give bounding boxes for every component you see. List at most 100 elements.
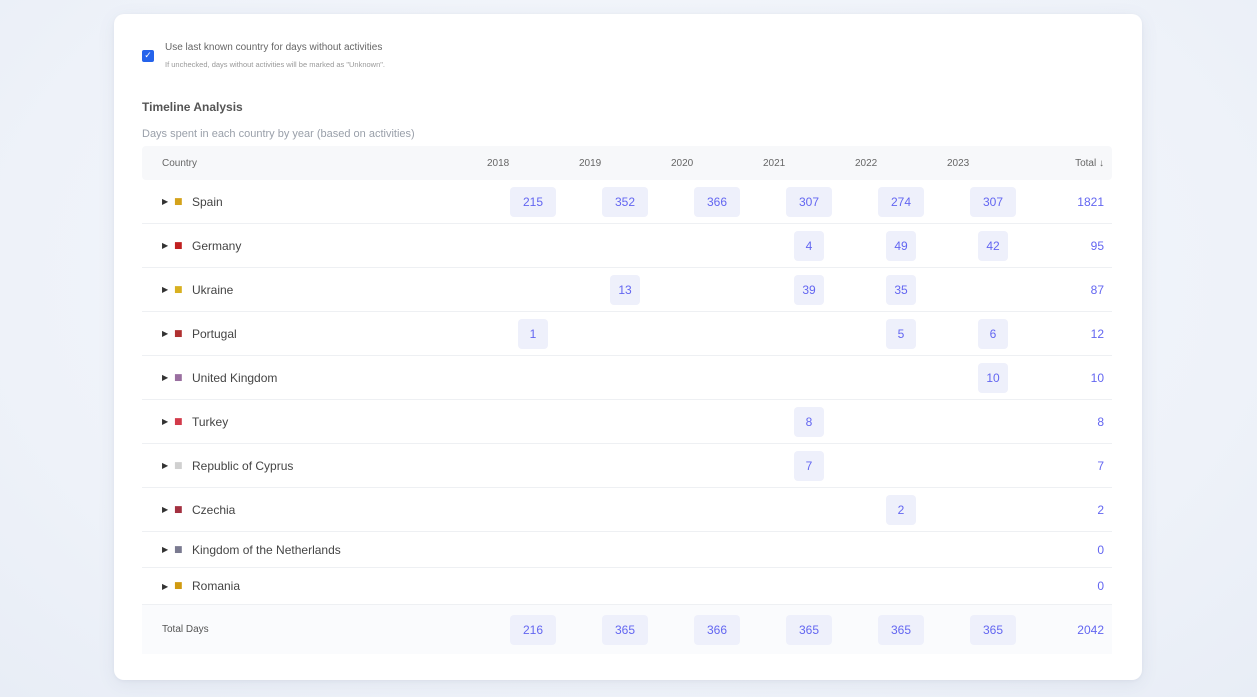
expand-caret-icon[interactable]: ▶ bbox=[162, 329, 174, 338]
expand-caret-icon[interactable]: ▶ bbox=[162, 505, 174, 514]
total-cell: 8 bbox=[1039, 415, 1112, 429]
days-pill: 35 bbox=[886, 274, 916, 305]
days-pill: 4 bbox=[794, 230, 824, 261]
table-row[interactable]: ▶ ■ Romania 0 bbox=[142, 568, 1112, 604]
row-total: 10 bbox=[1090, 370, 1104, 385]
total-days-pill: 216 bbox=[510, 614, 556, 645]
days-pill: 215 bbox=[510, 186, 556, 217]
use-last-known-option: ✓ Use last known country for days withou… bbox=[142, 42, 385, 69]
row-total: 8 bbox=[1097, 414, 1104, 429]
days-pill: 7 bbox=[794, 450, 824, 481]
table-row[interactable]: ▶ ■ Ukraine 13 39 35 87 bbox=[142, 268, 1112, 312]
year-cell: 4 bbox=[763, 230, 855, 261]
country-cell: ▶ ■ United Kingdom bbox=[142, 371, 487, 385]
use-last-known-checkbox[interactable]: ✓ bbox=[142, 50, 154, 62]
expand-caret-icon[interactable]: ▶ bbox=[162, 461, 174, 470]
header-year[interactable]: 2021 bbox=[763, 158, 855, 169]
expand-caret-icon[interactable]: ▶ bbox=[162, 197, 174, 206]
total-cell: 7 bbox=[1039, 459, 1112, 473]
country-cell: ▶ ■ Portugal bbox=[142, 327, 487, 341]
table-row[interactable]: ▶ ■ Czechia 2 2 bbox=[142, 488, 1112, 532]
total-cell: 0 bbox=[1039, 579, 1112, 593]
table-row[interactable]: ▶ ■ Portugal 1 5 6 12 bbox=[142, 312, 1112, 356]
year-cell: 352 bbox=[579, 186, 671, 217]
header-year[interactable]: 2019 bbox=[579, 158, 671, 169]
year-cell: 10 bbox=[947, 362, 1039, 393]
days-pill: 39 bbox=[794, 274, 824, 305]
country-name: Republic of Cyprus bbox=[192, 458, 294, 473]
country-cell: ▶ ■ Ukraine bbox=[142, 283, 487, 297]
table-row[interactable]: ▶ ■ Spain 215 352 366 307 274 307 1821 bbox=[142, 180, 1112, 224]
year-cell: 215 bbox=[487, 186, 579, 217]
year-cell: 5 bbox=[855, 318, 947, 349]
flag-icon: ■ bbox=[174, 196, 183, 207]
days-pill: 307 bbox=[786, 186, 832, 217]
table-row[interactable]: ▶ ■ Republic of Cyprus 7 7 bbox=[142, 444, 1112, 488]
settings-card: ✓ Use last known country for days withou… bbox=[114, 14, 1142, 680]
days-pill: 5 bbox=[886, 318, 916, 349]
days-pill: 10 bbox=[978, 362, 1008, 393]
footer-label: Total Days bbox=[162, 624, 209, 635]
total-cell: 10 bbox=[1039, 371, 1112, 385]
table-body: ▶ ■ Spain 215 352 366 307 274 307 1821 ▶ ■ Germany 4 4… bbox=[142, 180, 1112, 604]
year-cell: 274 bbox=[855, 186, 947, 217]
header-year[interactable]: 2018 bbox=[487, 158, 579, 169]
row-total: 0 bbox=[1097, 579, 1104, 593]
table-row[interactable]: ▶ ■ Kingdom of the Netherlands 0 bbox=[142, 532, 1112, 568]
header-year[interactable]: 2023 bbox=[947, 158, 1039, 169]
year-cell: 42 bbox=[947, 230, 1039, 261]
timeline-subtitle: Days spent in each country by year (base… bbox=[142, 128, 415, 140]
total-days-pill: 365 bbox=[878, 614, 924, 645]
header-year[interactable]: 2022 bbox=[855, 158, 947, 169]
timeline-table: Country 2018 2019 2020 2021 2022 2023 To… bbox=[142, 146, 1112, 654]
expand-caret-icon[interactable]: ▶ bbox=[162, 373, 174, 382]
table-row[interactable]: ▶ ■ United Kingdom 10 10 bbox=[142, 356, 1112, 400]
year-cell: 8 bbox=[763, 406, 855, 437]
row-total: 7 bbox=[1097, 458, 1104, 473]
year-cell: 1 bbox=[487, 318, 579, 349]
country-name: Spain bbox=[192, 194, 223, 209]
expand-caret-icon[interactable]: ▶ bbox=[162, 417, 174, 426]
table-header: Country 2018 2019 2020 2021 2022 2023 To… bbox=[142, 146, 1112, 180]
year-cell: 366 bbox=[671, 186, 763, 217]
year-cell: 307 bbox=[947, 186, 1039, 217]
footer-year-cell: 216 bbox=[487, 614, 579, 645]
flag-icon: ■ bbox=[174, 460, 183, 471]
flag-icon: ■ bbox=[174, 240, 183, 251]
header-year[interactable]: 2020 bbox=[671, 158, 763, 169]
country-name: Turkey bbox=[192, 414, 229, 429]
row-total: 12 bbox=[1090, 326, 1104, 341]
table-row[interactable]: ▶ ■ Germany 4 49 42 95 bbox=[142, 224, 1112, 268]
flag-icon: ■ bbox=[174, 328, 183, 339]
total-cell: 95 bbox=[1039, 239, 1112, 253]
country-cell: ▶ ■ Turkey bbox=[142, 415, 487, 429]
country-name: Germany bbox=[192, 238, 242, 253]
expand-caret-icon[interactable]: ▶ bbox=[162, 285, 174, 294]
footer-year-cell: 366 bbox=[671, 614, 763, 645]
days-pill: 13 bbox=[610, 274, 640, 305]
expand-caret-icon[interactable]: ▶ bbox=[162, 545, 174, 554]
total-days-pill: 366 bbox=[694, 614, 740, 645]
total-cell: 0 bbox=[1039, 543, 1112, 557]
table-row[interactable]: ▶ ■ Turkey 8 8 bbox=[142, 400, 1112, 444]
use-last-known-label[interactable]: Use last known country for days without … bbox=[165, 42, 385, 54]
flag-icon: ■ bbox=[174, 504, 183, 515]
expand-caret-icon[interactable]: ▶ bbox=[162, 241, 174, 250]
country-name: Czechia bbox=[192, 502, 236, 517]
country-cell: ▶ ■ Romania bbox=[142, 579, 487, 593]
flag-icon: ■ bbox=[174, 416, 183, 427]
row-total: 2 bbox=[1097, 502, 1104, 517]
flag-icon: ■ bbox=[174, 544, 183, 555]
country-cell: ▶ ■ Republic of Cyprus bbox=[142, 459, 487, 473]
days-pill: 42 bbox=[978, 230, 1008, 261]
expand-caret-icon[interactable]: ▶ bbox=[162, 582, 174, 591]
country-cell: ▶ ■ Czechia bbox=[142, 503, 487, 517]
header-total[interactable]: Total ↓ bbox=[1039, 158, 1112, 169]
flag-icon: ■ bbox=[174, 372, 183, 383]
days-pill: 6 bbox=[978, 318, 1008, 349]
footer-year-cell: 365 bbox=[947, 614, 1039, 645]
days-pill: 307 bbox=[970, 186, 1016, 217]
country-name: Portugal bbox=[192, 326, 237, 341]
country-name: United Kingdom bbox=[192, 370, 278, 385]
header-country[interactable]: Country bbox=[142, 158, 487, 169]
